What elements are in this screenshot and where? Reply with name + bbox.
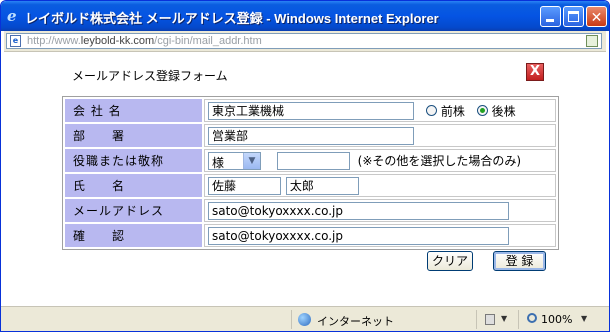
url-path: /cgi-bin/mail_addr.htm bbox=[154, 35, 262, 47]
page-icon: e bbox=[10, 35, 21, 47]
window-title: レイボルド株式会社 メールアドレス登録 - Windows Internet E… bbox=[25, 11, 439, 26]
company-cell: 東京工業機械 前株 後株 bbox=[204, 99, 556, 122]
radio-before[interactable] bbox=[425, 105, 437, 116]
title-note: (※その他を選択した場合のみ) bbox=[357, 154, 522, 168]
company-row: 会 社 名 東京工業機械 前株 後株 bbox=[65, 99, 556, 122]
ie-icon: e bbox=[7, 7, 17, 25]
maximize-button[interactable] bbox=[563, 6, 584, 27]
department-row: 部 署 営業部 bbox=[65, 124, 556, 147]
name-row: 氏 名 佐藤 太郎 bbox=[65, 174, 556, 197]
close-form-icon[interactable]: X bbox=[526, 63, 544, 81]
confirm-email-input[interactable]: sato@tokyoxxxx.co.jp bbox=[208, 226, 509, 245]
registration-form: 会 社 名 東京工業機械 前株 後株 部 署 営業部 役職または敬称 様▼ ( bbox=[62, 96, 559, 250]
title-label: 役職または敬称 bbox=[65, 149, 202, 172]
zoom-icon[interactable] bbox=[527, 313, 537, 323]
name-label: 氏 名 bbox=[65, 174, 202, 197]
radio-before-label: 前株 bbox=[440, 104, 465, 118]
department-cell: 営業部 bbox=[204, 124, 556, 147]
feed-icon[interactable] bbox=[586, 35, 598, 47]
status-bar: インターネット ▼ 100% ▼ bbox=[1, 306, 609, 331]
security-zone: インターネット bbox=[317, 315, 394, 328]
url-domain: leybold-kk.com bbox=[80, 35, 155, 47]
close-window-button[interactable]: ✕ bbox=[586, 6, 607, 27]
browser-window: e レイボルド株式会社 メールアドレス登録 - Windows Internet… bbox=[0, 0, 610, 332]
address-bar: e http://www.leybold-kk.com/cgi-bin/mail… bbox=[4, 31, 606, 52]
first-name-input[interactable]: 太郎 bbox=[285, 176, 359, 195]
minimize-button[interactable] bbox=[540, 6, 561, 27]
confirm-cell: sato@tokyoxxxx.co.jp bbox=[204, 224, 556, 247]
radio-after-label: 後株 bbox=[491, 104, 516, 118]
title-select-value: 様 bbox=[212, 155, 225, 170]
email-row: メールアドレス sato@tokyoxxxx.co.jp bbox=[65, 199, 556, 222]
chevron-down-icon[interactable]: ▼ bbox=[581, 314, 587, 323]
register-button[interactable]: 登 録 bbox=[493, 251, 546, 271]
title-select[interactable]: 様 ▼ bbox=[208, 151, 261, 170]
chevron-down-icon[interactable]: ▼ bbox=[501, 314, 507, 323]
minimize-icon bbox=[546, 19, 554, 22]
email-cell: sato@tokyoxxxx.co.jp bbox=[204, 199, 556, 222]
title-row: 役職または敬称 様 ▼ (※その他を選択した場合のみ) bbox=[65, 149, 556, 172]
confirm-row: 確 認 sato@tokyoxxxx.co.jp bbox=[65, 224, 556, 247]
name-cell: 佐藤 太郎 bbox=[204, 174, 556, 197]
company-label: 会 社 名 bbox=[65, 99, 202, 122]
radio-after[interactable] bbox=[476, 105, 488, 116]
close-icon: ✕ bbox=[590, 10, 603, 26]
department-input[interactable]: 営業部 bbox=[208, 126, 414, 145]
email-input[interactable]: sato@tokyoxxxx.co.jp bbox=[208, 201, 509, 220]
email-label: メールアドレス bbox=[65, 199, 202, 222]
clear-button[interactable]: クリア bbox=[427, 251, 473, 271]
form-title: メールアドレス登録フォーム bbox=[72, 69, 228, 83]
page-content: メールアドレス登録フォーム X 会 社 名 東京工業機械 前株 後株 部 署 営… bbox=[4, 52, 606, 300]
url-prefix: http://www. bbox=[27, 35, 81, 47]
globe-icon bbox=[298, 313, 311, 326]
title-cell: 様 ▼ (※その他を選択した場合のみ) bbox=[204, 149, 556, 172]
confirm-label: 確 認 bbox=[65, 224, 202, 247]
title-other-input[interactable] bbox=[276, 151, 350, 170]
zoom-level[interactable]: 100% bbox=[541, 313, 572, 326]
address-input[interactable]: e http://www.leybold-kk.com/cgi-bin/mail… bbox=[6, 33, 602, 49]
url-text: http://www.leybold-kk.com/cgi-bin/mail_a… bbox=[27, 35, 262, 47]
company-input[interactable]: 東京工業機械 bbox=[208, 101, 414, 120]
maximize-icon bbox=[568, 11, 579, 22]
title-bar: e レイボルド株式会社 メールアドレス登録 - Windows Internet… bbox=[1, 1, 609, 31]
department-label: 部 署 bbox=[65, 124, 202, 147]
protected-mode-cell bbox=[476, 310, 518, 329]
lock-icon[interactable] bbox=[485, 314, 495, 325]
chevron-down-icon[interactable]: ▼ bbox=[243, 152, 260, 169]
last-name-input[interactable]: 佐藤 bbox=[208, 176, 281, 195]
